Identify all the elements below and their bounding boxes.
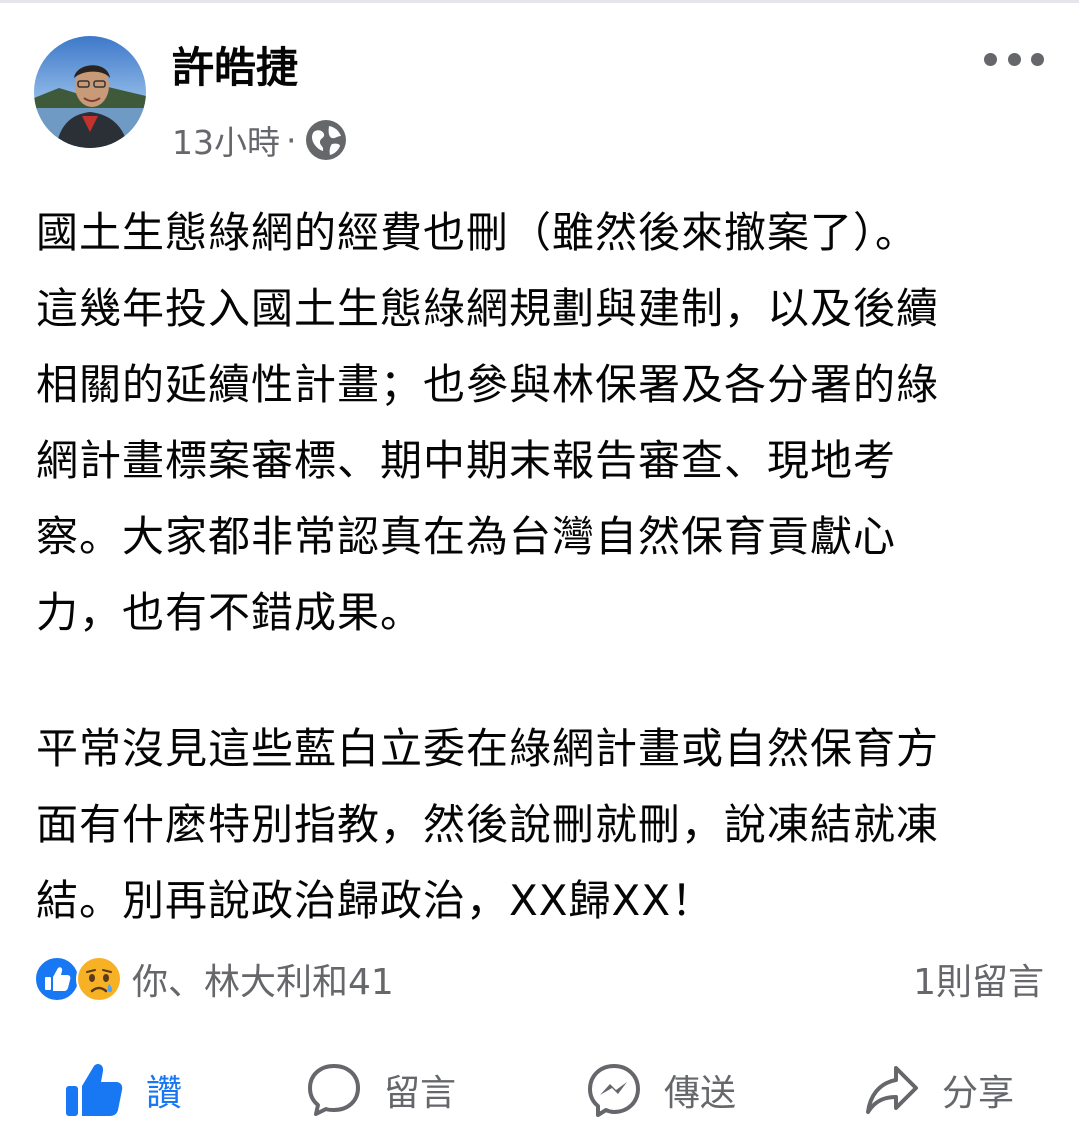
more-horizontal-icon	[984, 52, 997, 66]
comment-bubble-icon	[308, 1064, 360, 1116]
author-name[interactable]: 許皓捷	[172, 42, 298, 94]
like-reaction-icon	[34, 956, 80, 1002]
share-label: 分享	[942, 1073, 1015, 1114]
post-line: 力，也有不錯成果。	[36, 588, 424, 637]
like-button[interactable]: 讚	[64, 1050, 182, 1130]
sad-reaction-icon	[76, 956, 122, 1002]
more-dot	[1031, 52, 1044, 66]
comment-label: 留言	[384, 1073, 457, 1114]
post-meta: 13小時 ·	[172, 118, 347, 162]
send-button[interactable]: 傳送	[586, 1050, 736, 1130]
share-arrow-icon	[866, 1066, 918, 1114]
post-line: 結。別再說政治歸政治，XX歸XX！	[36, 876, 715, 925]
author-avatar[interactable]	[34, 36, 146, 148]
reaction-icons[interactable]	[34, 956, 122, 1002]
reactions-bar: 你、林大利和41 1則留言	[34, 952, 1044, 1006]
thumbs-up-icon	[66, 1063, 123, 1116]
post-text: 國土生態綠網的經費也刪（雖然後來撤案了）。 這幾年投入國土生態綠網規劃與建制，以…	[36, 195, 1056, 939]
post-line: 相關的延續性計畫；也參與林保署及各分署的綠	[36, 360, 940, 409]
top-divider	[0, 0, 1079, 3]
post-actions: 讚 留言 傳送 分享	[0, 1050, 1079, 1130]
share-button[interactable]: 分享	[864, 1050, 1014, 1130]
post-line: 國土生態綠網的經費也刪（雖然後來撤案了）。	[36, 208, 919, 257]
post-line: 這幾年投入國土生態綠網規劃與建制，以及後續	[36, 284, 940, 333]
send-label: 傳送	[664, 1073, 737, 1114]
comment-button[interactable]: 留言	[306, 1050, 456, 1130]
post-line: 平常沒見這些藍白立委在綠網計畫或自然保育方	[36, 724, 940, 773]
post-line: 面有什麼特別指教，然後說刪就刪，說凍結就凍	[36, 800, 940, 849]
post-line: 察。大家都非常認真在為台灣自然保育貢獻心	[36, 512, 897, 561]
reaction-summary[interactable]: 你、林大利和41	[132, 953, 394, 1005]
globe-icon	[305, 119, 347, 161]
post-line: 網計畫標案審標、期中期末報告審查、現地考	[36, 436, 897, 485]
more-options-button[interactable]	[984, 44, 1044, 74]
meta-separator: ·	[286, 120, 297, 160]
like-label: 讚	[146, 1073, 183, 1114]
post-header: 許皓捷 13小時 ·	[34, 36, 1044, 166]
post-timestamp[interactable]: 13小時	[172, 116, 280, 164]
comment-count[interactable]: 1則留言	[913, 953, 1044, 1005]
messenger-icon	[588, 1064, 640, 1117]
more-dot	[1007, 52, 1021, 66]
